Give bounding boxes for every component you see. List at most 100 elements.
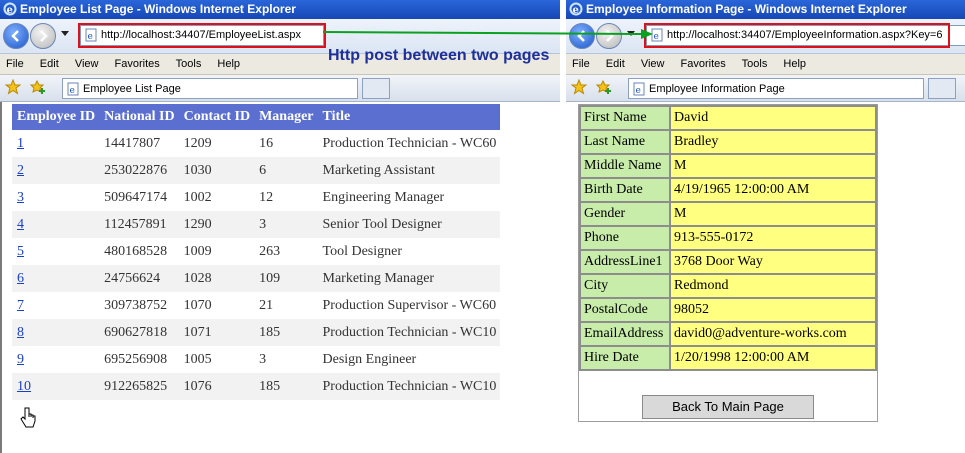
employee-link[interactable]: 5	[17, 244, 24, 259]
employee-link[interactable]: 6	[17, 271, 24, 286]
national-id-cell: 14417807	[104, 135, 161, 151]
detail-value: Bradley	[669, 129, 877, 155]
window-title: Employee List Page - Windows Internet Ex…	[20, 2, 296, 16]
page-icon: e	[85, 28, 97, 42]
title-cell: Marketing Manager	[317, 265, 501, 292]
address-bar[interactable]: e http://localhost:34407/EmployeeList.as…	[80, 25, 324, 46]
contact-id-cell: 1028	[178, 265, 255, 292]
add-favorite-icon[interactable]	[596, 79, 612, 95]
employee-detail-panel: First Name David Last Name Bradley Middle …	[578, 104, 878, 422]
employee-information-window: e Employee Information Page - Windows In…	[566, 0, 965, 453]
menu-file[interactable]: File	[6, 58, 24, 70]
table-header-row: Employee ID National ID Contact ID Manag…	[12, 104, 501, 130]
menu-tools[interactable]: Tools	[176, 58, 202, 70]
menu-favorites[interactable]: Favorites	[115, 58, 160, 70]
detail-label: Middle Name	[579, 153, 671, 179]
detail-label: PostalCode	[579, 297, 671, 323]
detail-value: M	[669, 153, 877, 179]
favorites-star-icon[interactable]	[5, 79, 21, 95]
header-title: Title	[317, 104, 501, 130]
page-icon: e	[633, 82, 645, 96]
detail-row: AddressLine1 3768 Door Way	[579, 249, 877, 275]
back-button[interactable]	[3, 23, 29, 49]
employee-link[interactable]: 9	[17, 352, 24, 367]
detail-value: david0@adventure-works.com	[669, 321, 877, 347]
tab-employee-list[interactable]: e Employee List Page	[62, 78, 358, 99]
title-cell: Design Engineer	[322, 351, 417, 367]
header-manager: Manager	[254, 104, 318, 130]
tab-bar: e Employee Information Page	[566, 75, 965, 102]
svg-text:e: e	[7, 5, 13, 16]
window-titlebar: e Employee Information Page - Windows In…	[566, 0, 965, 19]
title-cell: Engineering Manager	[322, 189, 445, 205]
table-row: 4 112457891 1290 3 Senior Tool Designer	[12, 211, 501, 238]
detail-value: M	[669, 201, 877, 227]
manager-cell: 3	[254, 211, 318, 238]
detail-row: Hire Date 1/20/1998 12:00:00 AM	[579, 345, 877, 371]
detail-label: City	[579, 273, 671, 299]
menu-view[interactable]: View	[641, 58, 665, 70]
svg-text:e: e	[573, 5, 579, 16]
manager-cell: 16	[259, 135, 274, 151]
contact-id-cell: 1030	[178, 157, 255, 184]
detail-row: First Name David	[579, 105, 877, 131]
contact-id-cell: 1209	[183, 135, 212, 151]
detail-row: Phone 913-555-0172	[579, 225, 877, 251]
forward-button[interactable]	[30, 23, 56, 49]
table-row: 3 509647174 1002 12 Engineering Manager	[12, 184, 500, 211]
employee-detail-table: First Name David Last Name Bradley Middle …	[579, 105, 877, 371]
svg-text:e: e	[654, 32, 659, 42]
back-to-main-button[interactable]: Back To Main Page	[642, 395, 814, 419]
employee-link[interactable]: 7	[17, 298, 24, 313]
manager-cell: 185	[254, 319, 318, 346]
header-employee-id: Employee ID	[12, 104, 100, 130]
employee-link[interactable]: 10	[17, 379, 31, 394]
table-row: 2 253022876 1030 6 Marketing Assistant	[12, 157, 501, 184]
contact-id-cell: 1005	[183, 351, 212, 367]
tab-label: Employee List Page	[83, 83, 181, 95]
menu-file[interactable]: File	[572, 58, 590, 70]
new-tab-button[interactable]	[928, 78, 956, 99]
menu-edit[interactable]: Edit	[40, 58, 59, 70]
employee-link[interactable]: 3	[17, 190, 24, 205]
new-tab-button[interactable]	[362, 78, 390, 99]
svg-text:e: e	[636, 86, 641, 96]
employee-link[interactable]: 2	[17, 163, 24, 178]
table-row: 9 695256908 1005 3 Design Engineer	[12, 346, 500, 373]
employee-link[interactable]: 1	[17, 136, 24, 151]
detail-label: Hire Date	[579, 345, 671, 371]
detail-value: David	[669, 105, 877, 131]
menu-view[interactable]: View	[75, 58, 99, 70]
menu-favorites[interactable]: Favorites	[681, 58, 726, 70]
add-favorite-icon[interactable]	[30, 79, 46, 95]
menu-edit[interactable]: Edit	[606, 58, 625, 70]
favorites-star-icon[interactable]	[571, 79, 587, 95]
employee-link[interactable]: 8	[17, 325, 24, 340]
window-titlebar: e Employee List Page - Windows Internet …	[0, 0, 560, 19]
national-id-cell: 112457891	[99, 211, 179, 238]
national-id-cell: 509647174	[104, 189, 168, 205]
national-id-cell: 912265825	[99, 373, 179, 400]
svg-text:e: e	[70, 86, 75, 96]
national-id-cell: 690627818	[99, 319, 179, 346]
ie-logo-icon: e	[3, 2, 17, 16]
table-row: 1 14417807 1209 16 Production Technician - W…	[12, 130, 500, 157]
detail-label: Birth Date	[579, 177, 671, 203]
menu-help[interactable]: Help	[783, 58, 806, 70]
hand-cursor-icon	[20, 407, 36, 428]
manager-cell: 3	[259, 351, 267, 367]
employee-link[interactable]: 4	[17, 217, 24, 232]
tab-employee-information[interactable]: e Employee Information Page	[628, 78, 924, 99]
contact-id-cell: 1070	[183, 297, 212, 313]
detail-label: AddressLine1	[579, 249, 671, 275]
menu-help[interactable]: Help	[217, 58, 240, 70]
ie-logo-icon: e	[569, 2, 583, 16]
detail-row: EmailAddress david0@adventure-works.com	[579, 321, 877, 347]
tab-bar: e Employee List Page	[0, 75, 560, 102]
header-contact-id: Contact ID	[178, 104, 255, 130]
menu-tools[interactable]: Tools	[742, 58, 768, 70]
history-dropdown-icon[interactable]	[61, 31, 69, 36]
detail-label: Gender	[579, 201, 671, 227]
address-bar[interactable]: e http://localhost:34407/EmployeeInforma…	[646, 25, 965, 46]
contact-id-cell: 1076	[178, 373, 255, 400]
